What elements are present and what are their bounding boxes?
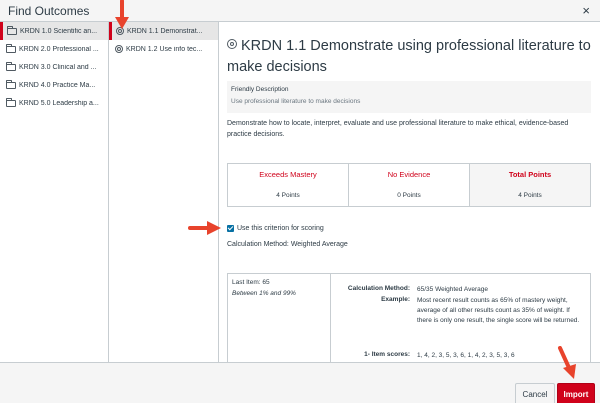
import-button[interactable]: Import — [557, 383, 595, 403]
outcome-target-icon — [227, 39, 237, 49]
group-item-krnd-5[interactable]: KRND 5.0 Leadership a... — [0, 94, 108, 112]
outcome-target-icon — [115, 45, 123, 53]
item-scores-value: 1, 4, 2, 3, 5, 3, 6, 1, 4, 2, 3, 5, 3, 6 — [417, 352, 515, 359]
example-value: Most recent result counts as 65% of mast… — [417, 297, 580, 324]
rubric-total-label: Total Points — [508, 170, 552, 179]
use-for-scoring-label: Use this criterion for scoring — [237, 225, 324, 232]
calc-method-label: Calculation Method: — [347, 285, 410, 292]
outcome-title-text: KRDN 1.1 Demonstrate using professional … — [227, 38, 591, 75]
example-label: Example: — [381, 296, 410, 303]
outcome-title: KRDN 1.1 Demonstrate using professional … — [227, 36, 592, 78]
outcomes-list: KRDN 1.1 Demonstrat... KRDN 1.2 Use info… — [109, 22, 219, 362]
outcome-target-icon — [116, 27, 124, 35]
item-scores-label: 1- Item scores: — [364, 351, 410, 358]
group-item-krdn-1[interactable]: KRDN 1.0 Scientific an... — [0, 22, 108, 40]
dialog-footer: Cancel Import — [0, 362, 600, 403]
friendly-description-heading: Friendly Description — [231, 86, 289, 93]
group-item-krdn-3[interactable]: KRDN 3.0 Clinical and ... — [0, 58, 108, 76]
folder-icon — [6, 79, 16, 89]
outcome-item-krdn-1-1[interactable]: KRDN 1.1 Demonstrat... — [109, 22, 218, 40]
group-item-krnd-4[interactable]: KRND 4.0 Practice Ma... — [0, 76, 108, 94]
rubric-criterion-exceeds-mastery: Exceeds Mastery 4 Points — [228, 164, 349, 206]
last-item-value: Last Item: 65 — [232, 279, 270, 286]
rubric-criterion-label: No Evidence — [387, 170, 431, 179]
folder-icon — [6, 43, 16, 53]
outcome-groups-list: KRDN 1.0 Scientific an... KRDN 2.0 Profe… — [0, 22, 109, 362]
folder-icon — [6, 97, 16, 107]
group-item-label: KRND 5.0 Leadership a... — [19, 99, 99, 107]
outcome-detail-panel: KRDN 1.1 Demonstrate using professional … — [219, 22, 600, 362]
rubric-criterion-label: Exceeds Mastery — [259, 170, 317, 179]
calculation-method-summary: Calculation Method: Weighted Average — [227, 241, 348, 248]
use-for-scoring-row: Use this criterion for scoring — [227, 225, 324, 232]
group-item-krdn-2[interactable]: KRDN 2.0 Professional ... — [0, 40, 108, 58]
calculation-details-box: Last Item: 65 Between 1% and 99% Calcula… — [227, 273, 591, 362]
outcome-item-label: KRDN 1.2 Use info tec... — [126, 45, 203, 53]
dialog-title: Find Outcomes — [8, 4, 90, 18]
close-icon[interactable]: × — [582, 3, 590, 18]
friendly-description-text: Use professional literature to make deci… — [231, 98, 361, 105]
rubric-table: Exceeds Mastery 4 Points No Evidence 0 P… — [227, 163, 591, 207]
rubric-criterion-no-evidence: No Evidence 0 Points — [349, 164, 470, 206]
outcome-item-krdn-1-2[interactable]: KRDN 1.2 Use info tec... — [109, 40, 218, 58]
group-item-label: KRDN 1.0 Scientific an... — [20, 27, 98, 35]
group-item-label: KRDN 2.0 Professional ... — [19, 45, 99, 53]
outcome-item-label: KRDN 1.1 Demonstrat... — [127, 27, 203, 35]
rubric-criterion-points: 4 Points — [276, 192, 300, 199]
folder-icon — [7, 25, 17, 35]
last-item-range: Between 1% and 99% — [232, 290, 296, 297]
calc-method-value: 65/35 Weighted Average — [417, 286, 488, 293]
outcome-description: Demonstrate how to locate, interpret, ev… — [227, 120, 569, 138]
dialog-titlebar: Find Outcomes × — [0, 0, 600, 22]
group-item-label: KRND 4.0 Practice Ma... — [19, 81, 96, 89]
rubric-criterion-points: 0 Points — [397, 192, 421, 199]
friendly-description-box: Friendly Description Use professional li… — [227, 81, 591, 113]
calc-box-divider — [330, 274, 331, 362]
rubric-total-value: 4 Points — [518, 192, 542, 199]
group-item-label: KRDN 3.0 Clinical and ... — [19, 63, 97, 71]
cancel-button[interactable]: Cancel — [515, 383, 555, 403]
rubric-total-points: Total Points 4 Points — [470, 164, 590, 206]
folder-icon — [6, 61, 16, 71]
use-for-scoring-checkbox[interactable] — [227, 225, 234, 232]
